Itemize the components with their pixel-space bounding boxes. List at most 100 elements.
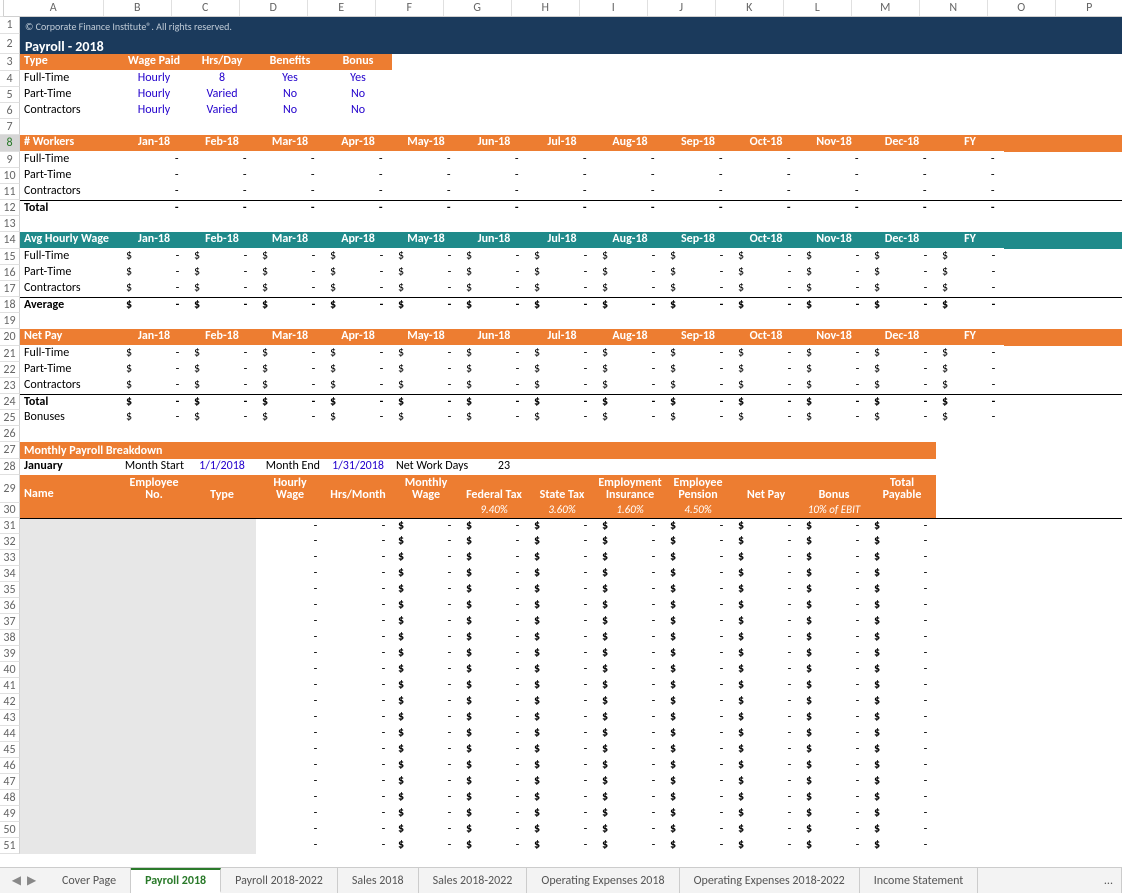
mpb-hw[interactable]: -: [256, 710, 324, 726]
val-cell[interactable]: $-: [800, 281, 868, 297]
mpb-money[interactable]: $-: [868, 630, 936, 646]
mpb-money[interactable]: $-: [800, 662, 868, 678]
mpb-money[interactable]: $-: [800, 598, 868, 614]
mpb-money[interactable]: $-: [664, 822, 732, 838]
col-head-E[interactable]: E: [308, 0, 376, 16]
mpb-nwd[interactable]: 23: [480, 459, 528, 475]
val-cell[interactable]: -: [188, 152, 256, 168]
row-head-37[interactable]: 37: [0, 614, 20, 630]
mpb-money[interactable]: $-: [460, 566, 528, 582]
val-cell[interactable]: $-: [256, 362, 324, 378]
row-label[interactable]: Total: [20, 394, 120, 410]
val-cell[interactable]: -: [120, 200, 188, 216]
mpb-hw[interactable]: -: [256, 534, 324, 550]
mpb-name[interactable]: [20, 646, 120, 662]
val-cell[interactable]: $-: [392, 346, 460, 362]
val-cell[interactable]: -: [664, 168, 732, 184]
mpb-money[interactable]: $-: [664, 806, 732, 822]
mpb-empno[interactable]: [120, 742, 188, 758]
mpb-money[interactable]: $-: [392, 678, 460, 694]
mpb-money[interactable]: $-: [596, 646, 664, 662]
mpb-name[interactable]: [20, 838, 120, 854]
mpb-money[interactable]: $-: [392, 694, 460, 710]
col-head-M[interactable]: M: [852, 0, 920, 16]
mpb-money[interactable]: $-: [528, 742, 596, 758]
col-head-K[interactable]: K: [716, 0, 784, 16]
mpb-money[interactable]: $-: [596, 790, 664, 806]
mpb-money[interactable]: $-: [732, 662, 800, 678]
mpb-money[interactable]: $-: [596, 806, 664, 822]
val-cell[interactable]: $-: [732, 281, 800, 297]
val-cell[interactable]: -: [460, 184, 528, 200]
mpb-money[interactable]: $-: [732, 822, 800, 838]
row-head-23[interactable]: 23: [0, 378, 20, 394]
mpb-money[interactable]: $-: [596, 534, 664, 550]
mpb-money[interactable]: $-: [460, 710, 528, 726]
val-cell[interactable]: -: [596, 152, 664, 168]
val-cell[interactable]: -: [868, 168, 936, 184]
row-head-15[interactable]: 15: [0, 249, 20, 265]
row-label[interactable]: Full-Time: [20, 152, 120, 168]
val-cell[interactable]: $-: [188, 410, 256, 426]
row-head-39[interactable]: 39: [0, 646, 20, 662]
row-label[interactable]: Full-Time: [20, 346, 120, 362]
mpb-hw[interactable]: -: [256, 630, 324, 646]
val-cell[interactable]: $-: [664, 346, 732, 362]
mpb-hw[interactable]: -: [256, 838, 324, 854]
mpb-money[interactable]: $-: [800, 806, 868, 822]
mpb-type[interactable]: [188, 582, 256, 598]
val-cell[interactable]: $-: [392, 410, 460, 426]
mpb-money[interactable]: $-: [732, 710, 800, 726]
mpb-hm[interactable]: -: [324, 646, 392, 662]
mpb-hm[interactable]: -: [324, 726, 392, 742]
mpb-hw[interactable]: -: [256, 726, 324, 742]
mpb-money[interactable]: $-: [868, 566, 936, 582]
mpb-money[interactable]: $-: [664, 710, 732, 726]
val-cell[interactable]: $-: [120, 362, 188, 378]
mpb-type[interactable]: [188, 519, 256, 535]
mpb-name[interactable]: [20, 614, 120, 630]
mpb-money[interactable]: $-: [392, 534, 460, 550]
row-head-26[interactable]: 26: [0, 426, 20, 442]
val-cell[interactable]: $-: [528, 410, 596, 426]
mpb-money[interactable]: $-: [868, 694, 936, 710]
mpb-money[interactable]: $-: [596, 822, 664, 838]
mpb-money[interactable]: $-: [528, 646, 596, 662]
val-cell[interactable]: $-: [800, 394, 868, 410]
val-cell[interactable]: $-: [188, 265, 256, 281]
val-cell[interactable]: $-: [868, 265, 936, 281]
val-cell[interactable]: $-: [664, 410, 732, 426]
val-cell[interactable]: $-: [460, 281, 528, 297]
val-cell[interactable]: -: [596, 168, 664, 184]
val-cell[interactable]: -: [868, 200, 936, 216]
mpb-name[interactable]: [20, 519, 120, 535]
mpb-money[interactable]: $-: [732, 694, 800, 710]
col-head-G[interactable]: G: [444, 0, 512, 16]
mpb-name[interactable]: [20, 710, 120, 726]
row-head-12[interactable]: 12: [0, 200, 20, 216]
val-cell[interactable]: -: [528, 184, 596, 200]
mpb-money[interactable]: $-: [868, 519, 936, 535]
mpb-money[interactable]: $-: [392, 726, 460, 742]
val-cell[interactable]: $-: [800, 265, 868, 281]
val-cell[interactable]: $-: [120, 297, 188, 313]
mpb-money[interactable]: $-: [664, 742, 732, 758]
mpb-name[interactable]: [20, 758, 120, 774]
mpb-money[interactable]: $-: [800, 838, 868, 854]
mpb-empno[interactable]: [120, 582, 188, 598]
row-head-20[interactable]: 20: [0, 329, 20, 346]
mpb-money[interactable]: $-: [392, 519, 460, 535]
row-head-9[interactable]: 9: [0, 152, 20, 168]
sheet-tab[interactable]: Payroll 2018-2022: [221, 868, 338, 893]
row-head-49[interactable]: 49: [0, 806, 20, 822]
val-cell[interactable]: $-: [664, 265, 732, 281]
val-cell[interactable]: -: [800, 184, 868, 200]
row-head-3[interactable]: 3: [0, 54, 20, 71]
val-cell[interactable]: $-: [392, 394, 460, 410]
mpb-money[interactable]: $-: [868, 822, 936, 838]
val-cell[interactable]: $-: [596, 346, 664, 362]
mpb-money[interactable]: $-: [528, 519, 596, 535]
mpb-money[interactable]: $-: [528, 838, 596, 854]
mpb-type[interactable]: [188, 534, 256, 550]
sheet-tab[interactable]: Sales 2018-2022: [419, 868, 528, 893]
